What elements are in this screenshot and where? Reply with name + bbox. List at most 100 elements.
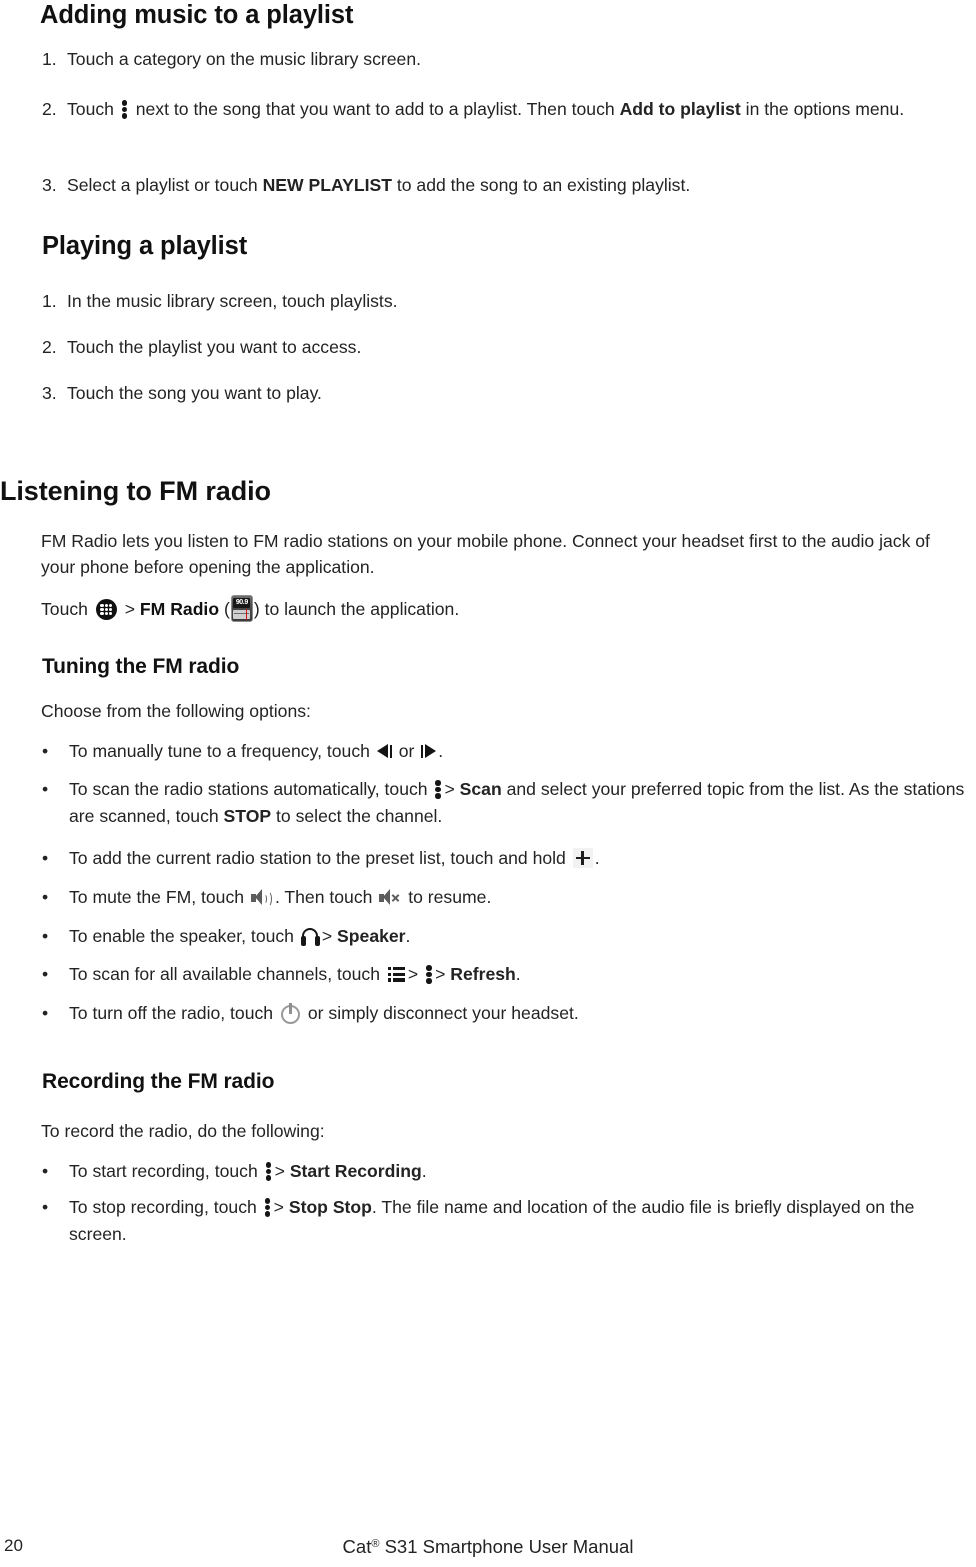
tuning-intro-paragraph: Choose from the following options: (41, 701, 311, 721)
overflow-menu-icon[interactable] (264, 1198, 271, 1217)
fm-radio-intro-paragraph: FM Radio lets you listen to FM radio sta… (41, 531, 930, 577)
text-part: to resume. (408, 887, 492, 907)
speaker-mute-icon[interactable] (379, 888, 401, 907)
text-part: To manually tune to a frequency, touch (69, 741, 370, 761)
power-off-icon[interactable] (280, 1003, 301, 1024)
step-number: 1. (42, 49, 57, 69)
bullet-marker: • (42, 1197, 49, 1217)
launch-text-part: to launch the application. (264, 599, 460, 619)
step-text-part: Select a playlist or touch (67, 175, 258, 195)
step-text-part: to add the song to an existing playlist. (396, 175, 691, 195)
step-item: 3. Touch the song you want to play. (42, 380, 942, 406)
heading-recording-fm-radio: Recording the FM radio (42, 1070, 275, 1093)
text-part: To enable the speaker, touch (69, 926, 294, 946)
recording-intro-paragraph: To record the radio, do the following: (41, 1121, 325, 1141)
list-item-text: To mute the FM, touch . Then touch to re… (42, 884, 962, 911)
overflow-menu-icon[interactable] (265, 1162, 272, 1181)
heading-listening-fm-radio: Listening to FM radio (0, 476, 271, 506)
step-number: 1. (42, 291, 57, 311)
text-part: To add the current radio station to the … (69, 848, 566, 868)
text-part: . (594, 848, 600, 868)
bullet-marker: • (42, 741, 49, 761)
list-item: • To turn off the radio, touch or simply… (42, 1000, 962, 1027)
bullet-marker: • (42, 1161, 49, 1181)
list-item-text: To turn off the radio, touch or simply d… (42, 1000, 962, 1027)
bullet-marker: • (42, 964, 49, 984)
text-separator: > (274, 1161, 285, 1181)
list-item: • To stop recording, touch > Stop Stop. … (42, 1194, 976, 1247)
heading-playing-playlist: Playing a playlist (42, 232, 248, 260)
text-separator: > (407, 964, 419, 984)
step-text-part: next to the song that you want to add to… (135, 99, 615, 119)
speaker-on-icon[interactable] (250, 888, 273, 907)
text-bold: Start Recording (289, 1161, 422, 1181)
add-preset-icon[interactable] (572, 848, 593, 868)
list-item-text: To add the current radio station to the … (42, 845, 962, 872)
launch-open-paren: ( (223, 599, 230, 619)
launch-close-paren: ) (253, 599, 260, 619)
text-part: . (405, 926, 411, 946)
list-item-text: To enable the speaker, touch > Speaker. (42, 923, 962, 950)
list-item-text: To scan for all available channels, touc… (42, 961, 962, 988)
channel-list-icon[interactable] (387, 967, 405, 983)
step-number: 2. (42, 337, 57, 357)
list-item-text: To manually tune to a frequency, touch o… (42, 738, 962, 765)
launch-text-part: Touch (41, 599, 88, 619)
step-number: 2. (42, 99, 57, 119)
text-separator: > (435, 964, 446, 984)
overflow-menu-icon[interactable] (435, 780, 441, 799)
previous-station-icon[interactable] (376, 743, 392, 760)
overflow-menu-icon[interactable] (426, 965, 432, 984)
step-item: 3. Select a playlist or touch NEW PLAYLI… (42, 172, 962, 198)
step-item: 1. Touch a category on the music library… (42, 46, 942, 72)
bullet-marker: • (42, 926, 49, 946)
apps-grid-icon[interactable] (95, 599, 117, 620)
step-text-bold: Add to playlist (619, 99, 741, 119)
list-item-text: To stop recording, touch > Stop Stop. Th… (42, 1194, 976, 1247)
step-item: 2. Touch next to the song that you want … (42, 96, 962, 122)
list-item-text: To scan the radio stations automatically… (42, 776, 976, 829)
text-part: To scan the radio stations automatically… (69, 779, 428, 799)
fm-radio-app-frequency: 90.9 (233, 598, 251, 608)
step-text: Touch the playlist you want to access. (67, 337, 362, 357)
text-part: or simply disconnect your headset. (307, 1003, 579, 1023)
step-text-part: Touch (67, 99, 114, 119)
list-item: • To start recording, touch > Start Reco… (42, 1158, 962, 1185)
text-part: to select the channel. (276, 805, 443, 826)
fm-radio-app-needle (245, 609, 248, 620)
step-text: Touch the song you want to play. (67, 383, 322, 403)
headphone-icon[interactable] (300, 928, 320, 946)
step-text: Touch next to the song that you want to … (42, 96, 962, 122)
footer-title-prefix: Cat (342, 1536, 372, 1557)
heading-tuning-fm-radio: Tuning the FM radio (42, 655, 240, 678)
text-separator: > (321, 926, 333, 946)
text-bold: Stop Stop (288, 1197, 372, 1217)
text-bold: STOP (223, 805, 272, 826)
text-part: . (438, 741, 444, 761)
overflow-menu-icon[interactable] (121, 100, 128, 119)
list-item: • To mute the FM, touch . Then touch to … (42, 884, 962, 911)
heading-adding-music: Adding music to a playlist (40, 1, 354, 29)
manual-page: Adding music to a playlist 1. Touch a ca… (0, 0, 976, 1567)
footer-title: Cat® S31 Smartphone User Manual (0, 1536, 976, 1558)
step-number: 3. (42, 175, 57, 195)
list-item: • To scan for all available channels, to… (42, 961, 962, 988)
step-text-part: in the options menu. (745, 99, 905, 119)
step-text: In the music library screen, touch playl… (67, 291, 398, 311)
next-station-icon[interactable] (421, 743, 437, 760)
text-bold: Scan (459, 779, 502, 799)
list-item: • To manually tune to a frequency, touch… (42, 738, 962, 765)
list-item: • To add the current radio station to th… (42, 845, 962, 872)
text-separator: > (444, 779, 455, 799)
step-text: Touch a category on the music library sc… (67, 49, 421, 69)
launch-app-name: FM Radio (139, 599, 220, 619)
text-part: or (398, 741, 415, 761)
step-item: 2. Touch the playlist you want to access… (42, 334, 942, 360)
list-item-text: To start recording, touch > Start Record… (42, 1158, 962, 1185)
text-part: To stop recording, touch (69, 1197, 257, 1217)
text-part: To turn off the radio, touch (69, 1003, 274, 1023)
text-part: . (421, 1161, 427, 1181)
fm-radio-launch-paragraph: Touch > FM Radio (90.9) to launch the ap… (41, 595, 961, 622)
fm-radio-app-icon[interactable]: 90.9 (230, 595, 253, 622)
bullet-marker: • (42, 1003, 49, 1023)
